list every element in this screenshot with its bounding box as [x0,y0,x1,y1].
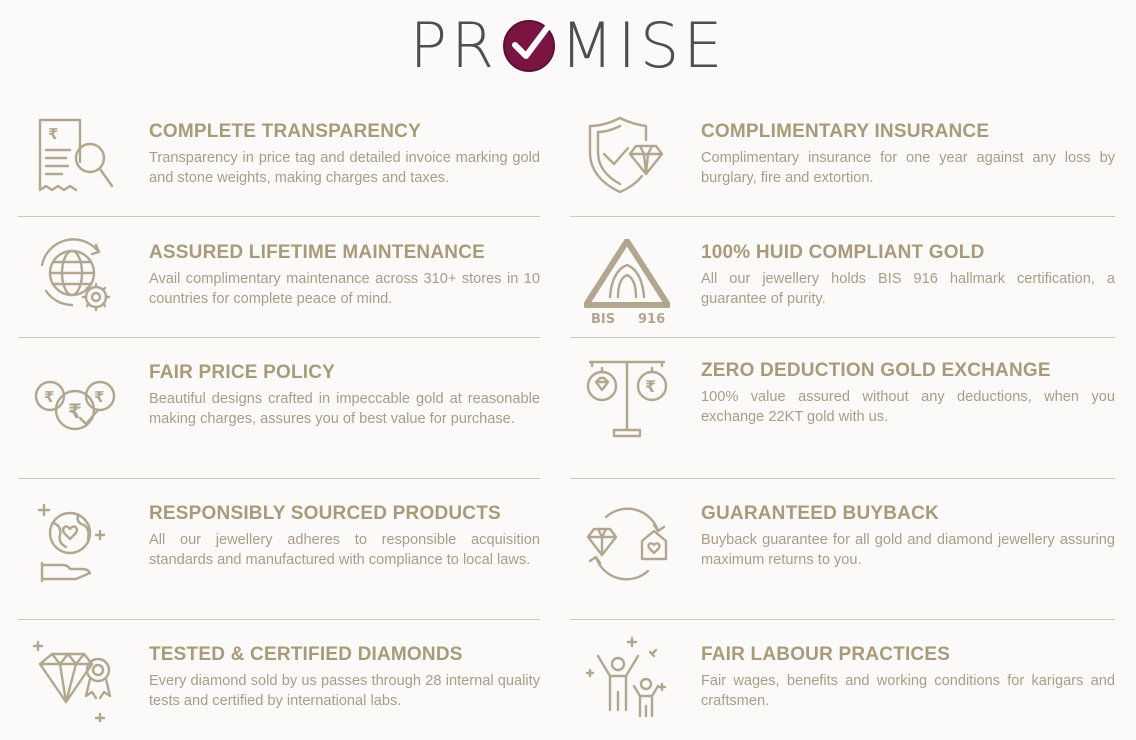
feature-description: Complimentary insurance for one year aga… [701,150,1115,186]
feature-title: FAIR PRICE POLICY [149,362,336,383]
feature-fair-price: ₹ ₹ ₹ FAIR PRICE POLICY Beautiful design… [18,338,540,479]
feature-description: All our jewellery adheres to responsible… [149,532,540,568]
balance-scale-icon: ₹ [584,356,670,442]
svg-text:₹: ₹ [645,377,656,396]
feature-description: Every diamond sold by us passes through … [149,673,540,709]
diamond-badge-icon [32,636,118,724]
feature-title: RESPONSIBLY SOURCED PRODUCTS [149,503,501,524]
feature-description: 100% value assured without any deduction… [701,389,1115,425]
svg-text:₹: ₹ [48,125,58,143]
feature-title: FAIR LABOUR PRACTICES [701,644,951,665]
feature-title: ZERO DEDUCTION GOLD EXCHANGE [701,360,1051,381]
earth-hand-icon [32,503,118,589]
invoice-search-icon: ₹ [32,114,118,200]
feature-description: Buyback guarantee for all gold and diamo… [701,532,1115,568]
brand-text-start: PR [409,9,499,82]
feature-complimentary-insurance: COMPLIMENTARY INSURANCE Complimentary in… [570,96,1115,217]
feature-description: Beautiful designs crafted in impeccable … [149,391,540,427]
logo-check-icon [501,18,557,74]
brand-logo: PR MISE [0,14,1136,78]
workers-icon [584,636,670,722]
right-column: COMPLIMENTARY INSURANCE Complimentary in… [570,96,1115,740]
feature-description: Fair wages, benefits and working conditi… [701,673,1115,709]
globe-gear-icon [32,235,118,321]
feature-zero-deduction: ₹ ZERO DEDUCTION GOLD EXCHANGE 100% valu… [570,338,1115,479]
feature-guaranteed-buyback: GUARANTEED BUYBACK Buyback guarantee for… [570,479,1115,620]
buyback-cycle-icon [584,501,670,587]
feature-fair-labour: FAIR LABOUR PRACTICES Fair wages, benefi… [570,620,1115,740]
feature-title: COMPLETE TRANSPARENCY [149,121,421,142]
feature-description: All our jewellery holds BIS 916 hallmark… [701,271,1115,307]
bis-hallmark-icon: BIS 916 [583,238,671,327]
shield-diamond-icon [584,114,670,200]
feature-lifetime-maintenance: ASSURED LIFETIME MAINTENANCE Avail compl… [18,217,540,338]
feature-title: COMPLIMENTARY INSURANCE [701,121,990,142]
feature-description: Avail complimentary maintenance across 3… [149,271,540,307]
svg-text:₹: ₹ [94,388,104,406]
feature-title: TESTED & CERTIFIED DIAMONDS [149,644,463,665]
feature-description: Transparency in price tag and detailed i… [149,150,540,186]
feature-title: ASSURED LIFETIME MAINTENANCE [149,242,485,263]
svg-text:₹: ₹ [44,388,54,406]
feature-complete-transparency: ₹ COMPLETE TRANSPARENCY Transparency in … [18,96,540,217]
brand-text-end: MISE [560,9,727,82]
feature-title: GUARANTEED BUYBACK [701,503,939,524]
feature-responsibly-sourced: RESPONSIBLY SOURCED PRODUCTS All our jew… [18,479,540,620]
bis-purity: 916 [638,312,665,325]
feature-title: 100% HUID COMPLIANT GOLD [701,242,985,263]
feature-certified-diamonds: TESTED & CERTIFIED DIAMONDS Every diamon… [18,620,540,740]
rupee-coins-icon: ₹ ₹ ₹ [32,360,118,446]
bis-label: BIS [591,312,615,325]
left-column: ₹ COMPLETE TRANSPARENCY Transparency in … [18,96,540,740]
feature-huid-gold: BIS 916 100% HUID COMPLIANT GOLD All our… [570,217,1115,338]
